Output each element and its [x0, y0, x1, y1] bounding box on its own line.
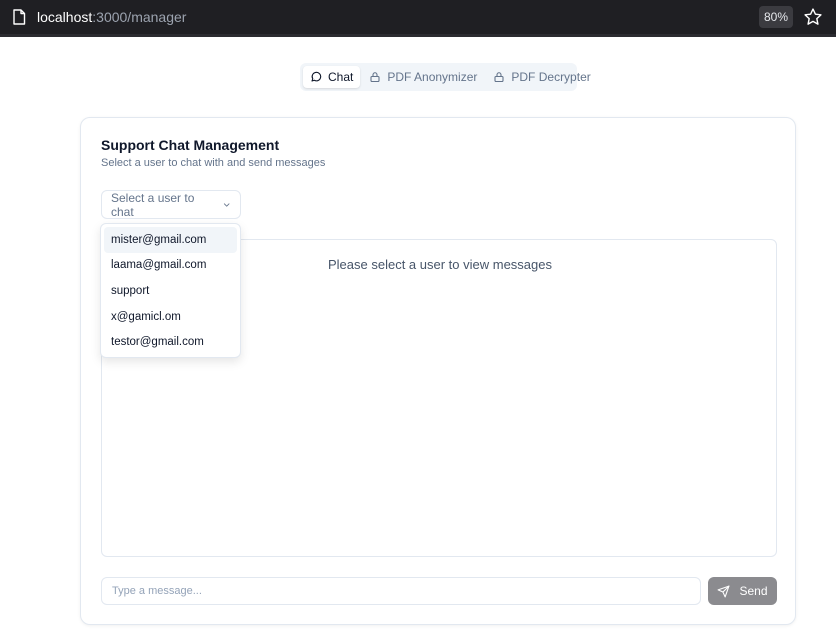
message-circle-icon [311, 71, 322, 82]
user-option[interactable]: laama@gmail.com [104, 253, 237, 279]
chevron-down-icon [223, 202, 230, 207]
zoom-badge[interactable]: 80% [759, 6, 793, 28]
browser-address-bar: localhost:3000/manager 80% [0, 0, 836, 34]
card-subtitle: Select a user to chat with and send mess… [101, 157, 326, 169]
user-option[interactable]: testor@gmail.com [104, 329, 237, 355]
user-option[interactable]: x@gamicl.om [104, 304, 237, 330]
user-option[interactable]: support [104, 278, 237, 304]
url-path: :3000/manager [92, 9, 187, 25]
lock-icon [370, 72, 380, 83]
send-icon [718, 585, 730, 597]
main-tabs: Chat PDF Anonymizer PDF Decrypter [300, 63, 591, 91]
tab-pdf-decrypter[interactable]: PDF Decrypter [486, 66, 597, 88]
url-host: localhost [37, 9, 93, 25]
user-option[interactable]: mister@gmail.com [104, 227, 237, 253]
tab-pdf-decrypter-label: PDF Decrypter [511, 70, 591, 84]
user-select[interactable]: Select a user to chat [101, 190, 241, 219]
tab-pdf-anonymizer-label: PDF Anonymizer [387, 70, 478, 84]
tab-chat[interactable]: Chat [303, 66, 361, 88]
url-field[interactable]: localhost:3000/manager [37, 9, 186, 25]
browser-bar-divider [0, 34, 836, 37]
send-button-label: Send [739, 584, 768, 598]
message-input[interactable] [101, 577, 701, 605]
user-select-placeholder: Select a user to chat [111, 190, 195, 219]
tab-chat-label: Chat [328, 70, 354, 84]
page-icon [13, 9, 26, 25]
support-chat-card: Support Chat Management Select a user to… [80, 117, 796, 625]
send-button[interactable]: Send [708, 577, 777, 605]
tab-pdf-anonymizer[interactable]: PDF Anonymizer [362, 66, 484, 88]
card-title: Support Chat Management [101, 137, 280, 153]
lock-icon [494, 72, 504, 83]
user-dropdown: mister@gmail.com laama@gmail.com support… [100, 223, 241, 358]
star-icon[interactable] [803, 7, 823, 27]
